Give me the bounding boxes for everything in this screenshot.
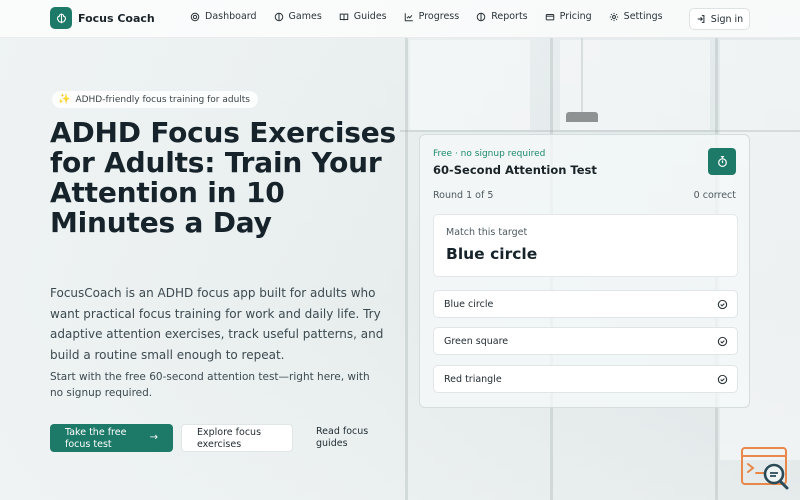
read-guides-label: Read focus guides [316, 426, 369, 449]
check-circle-icon [717, 374, 728, 385]
answer-option-label: Green square [444, 335, 509, 347]
nav-label: Pricing [559, 11, 592, 22]
arrow-right-icon: → [149, 432, 158, 443]
sign-in-label: Sign in [710, 13, 744, 25]
hero-tag-text: ADHD-friendly focus training for adults [75, 94, 250, 105]
nav-label: Reports [491, 11, 528, 22]
nav-label: Settings [623, 11, 663, 22]
nav-label: Guides [353, 11, 387, 22]
check-circle-icon [717, 299, 728, 310]
nav-item-dashboard[interactable]: Dashboard [190, 11, 257, 22]
attention-test-card: Free · no signup required 60-Second Atte… [419, 134, 750, 408]
chart-line-icon [404, 12, 413, 21]
timer-button[interactable] [708, 148, 736, 175]
free-badge: Free · no signup required [433, 149, 546, 159]
test-title: 60-Second Attention Test [433, 163, 597, 177]
nav-item-guides[interactable]: Guides [339, 11, 387, 22]
brain-icon [274, 12, 283, 21]
hero-description: FocusCoach is an ADHD focus app built fo… [50, 286, 384, 362]
sparkle-icon: ✨ [58, 94, 71, 105]
nav-item-settings[interactable]: Settings [609, 11, 663, 22]
target-panel: Match this target Blue circle [433, 214, 738, 277]
answer-option-label: Blue circle [444, 298, 494, 310]
brand-logo[interactable]: Focus Coach [50, 7, 155, 29]
top-navbar: Focus Coach Dashboard Games Guides Progr… [0, 0, 800, 38]
gear-icon [609, 12, 618, 21]
nav-item-reports[interactable]: Reports [476, 11, 528, 22]
explore-exercises-label: Explore focus exercises [197, 426, 262, 450]
explore-exercises-button[interactable]: Explore focus exercises [181, 424, 293, 452]
nav-label: Games [288, 11, 322, 22]
nav-item-progress[interactable]: Progress [404, 11, 460, 22]
read-guides-link[interactable]: Read focus guides [316, 424, 386, 452]
answer-option[interactable]: Blue circle [433, 290, 738, 318]
answer-option-label: Red triangle [444, 373, 502, 385]
credit-card-icon [545, 13, 554, 20]
check-circle-icon [717, 336, 728, 347]
nav-label: Progress [418, 11, 460, 22]
page-title: ADHD Focus Exercises for Adults: Train Y… [50, 116, 397, 239]
sign-in-button[interactable]: Sign in [689, 8, 750, 30]
brand-name: Focus Coach [78, 11, 155, 25]
gauge-icon [190, 12, 200, 21]
hero-note: Start with the free 60-second attention … [50, 371, 370, 399]
answer-option[interactable]: Red triangle [433, 365, 738, 393]
target-label: Match this target [446, 227, 528, 238]
take-focus-test-label: Take the free focus test [65, 427, 127, 450]
hero-tag: ✨ ADHD-friendly focus training for adult… [52, 91, 258, 108]
target-value: Blue circle [446, 245, 538, 263]
stopwatch-icon [717, 156, 727, 167]
log-in-icon [697, 15, 705, 23]
brain-icon [476, 12, 486, 21]
main-nav: Dashboard Games Guides Progress Reports … [190, 11, 680, 22]
nav-item-pricing[interactable]: Pricing [545, 11, 592, 22]
answer-option[interactable]: Green square [433, 327, 738, 355]
correct-counter: 0 correct [693, 190, 736, 201]
corner-search-logo [740, 446, 792, 490]
nav-label: Dashboard [205, 11, 257, 22]
nav-item-games[interactable]: Games [274, 11, 322, 22]
take-focus-test-button[interactable]: Take the free focus test → [50, 424, 173, 452]
book-icon [339, 13, 349, 20]
brain-icon [50, 7, 72, 29]
round-counter: Round 1 of 5 [433, 190, 494, 201]
